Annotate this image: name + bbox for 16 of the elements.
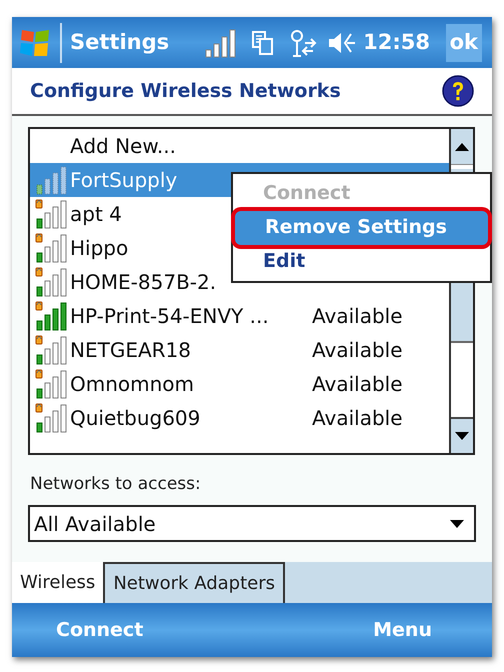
network-status: Available [312, 371, 403, 398]
network-name: apt 4 [70, 202, 122, 226]
network-name: FortSupply [70, 168, 178, 192]
network-name: NETGEAR18 [70, 338, 191, 362]
network-status: Available [312, 405, 403, 432]
network-status: Available [312, 303, 403, 330]
field-label: Networks to access: [30, 473, 201, 496]
network-name: Hippo [70, 236, 128, 260]
app-title: Settings [70, 28, 170, 56]
page-heading: Configure Wireless Networks [30, 78, 341, 104]
network-name: Quietbug609 [70, 406, 200, 430]
network-status: Available [312, 337, 403, 364]
network-name: HOME-857B-2. [70, 270, 216, 294]
network-name: HP-Print-54-ENVY ... [70, 304, 269, 328]
network-name: Omnomnom [70, 372, 194, 396]
clock-text: 12:58 [363, 28, 430, 56]
